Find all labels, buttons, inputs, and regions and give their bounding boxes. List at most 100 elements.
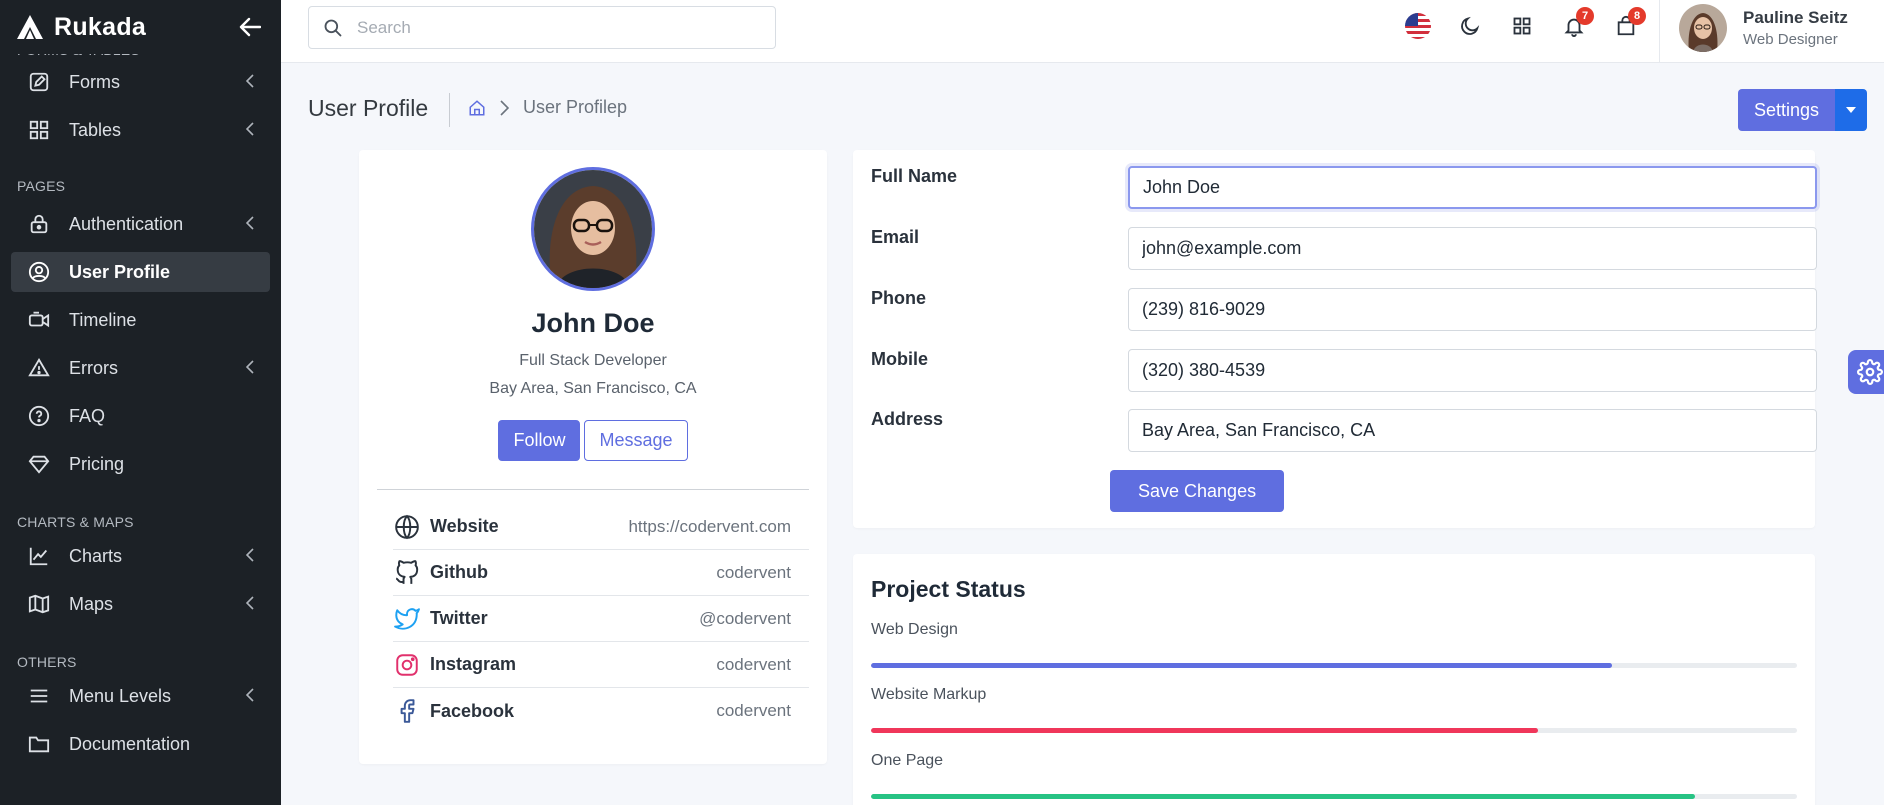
- trending-up-icon: [27, 544, 51, 568]
- us-flag-icon: [1405, 13, 1431, 39]
- sidebar-item-timeline[interactable]: Timeline: [11, 300, 270, 340]
- profile-location: Bay Area, San Francisco, CA: [489, 380, 697, 397]
- progress-website-markup: Website Markup: [871, 686, 1797, 733]
- sidebar-item-tables[interactable]: Tables: [11, 110, 270, 150]
- email-label: Email: [871, 227, 920, 247]
- mobile-field[interactable]: [1128, 349, 1817, 392]
- social-links-list: Website https://codervent.com Github cod…: [393, 504, 809, 734]
- sidebar-item-label: Forms: [69, 71, 120, 92]
- link-label: Facebook: [430, 700, 515, 721]
- progress-track: [871, 794, 1797, 799]
- full-name-field[interactable]: [1128, 166, 1817, 209]
- link-value: codervent: [716, 562, 791, 582]
- sidebar-item-maps[interactable]: Maps: [11, 584, 270, 624]
- link-label: Github: [430, 562, 488, 582]
- page-title: User Profile: [308, 95, 429, 121]
- theme-toggle[interactable]: [1444, 10, 1496, 42]
- sidebar-item-pricing[interactable]: Pricing: [11, 444, 270, 484]
- sidebar-item-documentation[interactable]: Documentation: [11, 724, 270, 764]
- profile-card: John Doe Full Stack Developer Bay Area, …: [359, 150, 827, 764]
- form-row-full-name: Full Name: [871, 166, 1817, 210]
- progress-web-design: Web Design: [871, 621, 1797, 668]
- progress-track: [871, 663, 1797, 668]
- user-role: Web Designer: [1743, 31, 1838, 48]
- instagram-icon: [393, 651, 421, 679]
- menu-icon: [27, 684, 51, 708]
- apps-button[interactable]: [1496, 10, 1548, 42]
- full-name-label: Full Name: [871, 166, 958, 186]
- breadcrumb: User Profilep: [468, 97, 627, 118]
- home-icon[interactable]: [468, 99, 486, 117]
- sidebar-menu[interactable]: FORMS & TABLES Forms Tables PAGES Authen…: [0, 54, 281, 805]
- folder-icon: [27, 732, 51, 756]
- facebook-icon: [393, 697, 421, 725]
- chevron-left-icon: [246, 596, 254, 610]
- video-icon: [27, 308, 51, 332]
- avatar: [1679, 4, 1727, 52]
- form-row-phone: Phone: [871, 288, 1817, 332]
- cart-button[interactable]: 8: [1600, 7, 1652, 42]
- profile-avatar: [531, 167, 655, 291]
- section-forms-tables: FORMS & TABLES: [0, 54, 281, 62]
- list-item-instagram[interactable]: Instagram codervent: [393, 642, 809, 688]
- globe-icon: [393, 513, 421, 541]
- project-status-title: Project Status: [871, 576, 1026, 602]
- caret-down-icon: [1846, 107, 1857, 113]
- sidebar: Rukada FORMS & TABLES Forms Tables PAGES: [0, 0, 281, 805]
- sidebar-item-authentication[interactable]: Authentication: [11, 204, 270, 244]
- brand-logo-link[interactable]: Rukada: [16, 13, 146, 42]
- user-name: Pauline Seitz: [1743, 8, 1848, 27]
- sidebar-item-label: Pricing: [69, 453, 125, 474]
- list-item-github[interactable]: Github codervent: [393, 550, 809, 596]
- sidebar-item-errors[interactable]: Errors: [11, 348, 270, 388]
- link-label: Instagram: [430, 654, 517, 674]
- sidebar-item-forms[interactable]: Forms: [11, 62, 270, 102]
- theme-customizer-button[interactable]: [1848, 350, 1884, 394]
- settings-button-group: Settings: [1738, 89, 1868, 131]
- notifications-button[interactable]: 7: [1548, 7, 1600, 42]
- list-item-facebook[interactable]: Facebook codervent: [393, 688, 809, 734]
- sidebar-item-label: Tables: [69, 119, 122, 140]
- link-value: codervent: [716, 654, 791, 674]
- follow-button[interactable]: Follow: [498, 420, 581, 461]
- settings-dropdown-toggle[interactable]: [1835, 89, 1868, 131]
- breadcrumb-current: User Profilep: [523, 97, 628, 117]
- email-field[interactable]: [1128, 227, 1817, 270]
- phone-field[interactable]: [1128, 288, 1817, 331]
- language-selector[interactable]: [1392, 10, 1444, 42]
- link-label: Twitter: [430, 608, 488, 628]
- user-menu[interactable]: Pauline Seitz Web Designer: [1679, 4, 1848, 52]
- sidebar-item-menu-levels[interactable]: Menu Levels: [11, 676, 270, 716]
- search-box[interactable]: [308, 6, 776, 49]
- section-others: OTHERS: [17, 654, 77, 670]
- section-charts-maps: CHARTS & MAPS: [17, 514, 134, 530]
- search-input[interactable]: [357, 17, 737, 38]
- form-row-email: Email: [871, 227, 1817, 271]
- topbar-actions: 7 8: [1392, 7, 1652, 42]
- gear-icon: [1857, 359, 1883, 385]
- settings-button[interactable]: Settings: [1738, 89, 1836, 131]
- message-button[interactable]: Message: [584, 420, 688, 461]
- chevron-left-icon: [246, 216, 254, 230]
- alert-triangle-icon: [27, 356, 51, 380]
- twitter-icon: [393, 605, 421, 633]
- map-icon: [27, 592, 51, 616]
- list-item-website[interactable]: Website https://codervent.com: [393, 504, 809, 550]
- chevron-left-icon: [246, 360, 254, 374]
- progress-track: [871, 728, 1797, 733]
- apps-grid-icon: [1513, 17, 1531, 35]
- cart-badge: 8: [1628, 7, 1646, 25]
- address-field[interactable]: [1128, 409, 1817, 452]
- brand-bar: Rukada: [0, 0, 281, 54]
- diamond-icon: [27, 452, 51, 476]
- help-circle-icon: [27, 404, 51, 428]
- list-item-twitter[interactable]: Twitter @codervent: [393, 596, 809, 642]
- topbar: 7 8 Pauline Seitz Web Designer: [281, 0, 1884, 63]
- save-changes-button[interactable]: Save Changes: [1110, 470, 1285, 512]
- sidebar-item-charts[interactable]: Charts: [11, 536, 270, 576]
- arrow-left-icon[interactable]: [239, 17, 261, 37]
- topbar-divider: [1659, 0, 1660, 62]
- sidebar-item-faq[interactable]: FAQ: [11, 396, 270, 436]
- sidebar-item-user-profile[interactable]: User Profile: [11, 252, 270, 292]
- logo-icon: [17, 15, 43, 39]
